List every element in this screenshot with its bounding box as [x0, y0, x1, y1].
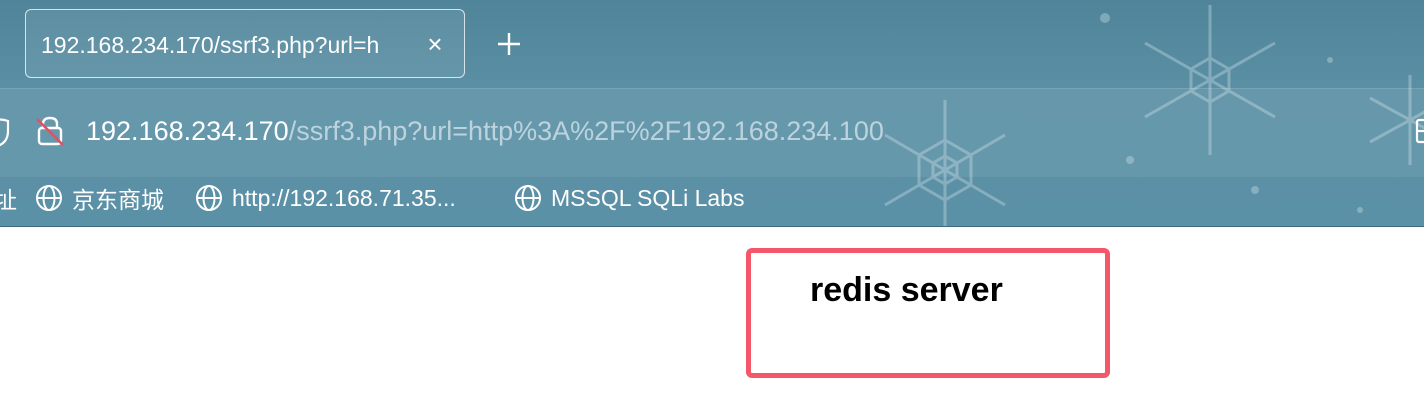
new-tab-button[interactable]	[494, 28, 524, 60]
address-bar[interactable]: 192.168.234.170/ssrf3.php?url=http%3A%2F…	[0, 88, 1424, 177]
bookmark-partial[interactable]: 址	[0, 180, 17, 216]
page-content	[0, 226, 1424, 417]
shield-icon[interactable]	[0, 117, 10, 147]
bookmark-label: 京东商城	[72, 187, 164, 213]
bookmark-http[interactable]: http://192.168.71.35...	[194, 180, 456, 216]
plus-icon	[498, 33, 520, 55]
page-heading: redis server	[810, 271, 1003, 309]
bookmark-label: http://192.168.71.35...	[232, 184, 456, 211]
bookmark-label: MSSQL SQLi Labs	[551, 184, 745, 211]
browser-chrome: 192.168.234.170/ssrf3.php?url=h × 192.16…	[0, 0, 1424, 226]
url-host: 192.168.234.170	[86, 116, 289, 146]
url-field[interactable]: 192.168.234.170/ssrf3.php?url=http%3A%2F…	[86, 113, 884, 149]
bookmark-jd[interactable]: 京东商城	[34, 180, 164, 216]
active-tab[interactable]: 192.168.234.170/ssrf3.php?url=h ×	[25, 9, 465, 78]
globe-icon	[515, 185, 541, 211]
tab-close-button[interactable]: ×	[423, 30, 447, 58]
bookmark-mssql[interactable]: MSSQL SQLi Labs	[513, 180, 744, 216]
tab-strip: 192.168.234.170/ssrf3.php?url=h ×	[0, 0, 1424, 88]
reader-view-icon[interactable]	[1414, 117, 1424, 145]
url-path: /ssrf3.php?url=http%3A%2F%2F192.168.234.…	[288, 116, 884, 146]
globe-icon	[36, 185, 62, 211]
bookmark-partial-label: 址	[0, 187, 17, 213]
not-secure-lock-icon[interactable]	[32, 113, 68, 149]
globe-icon	[196, 185, 222, 211]
tab-title: 192.168.234.170/ssrf3.php?url=h	[41, 32, 380, 58]
